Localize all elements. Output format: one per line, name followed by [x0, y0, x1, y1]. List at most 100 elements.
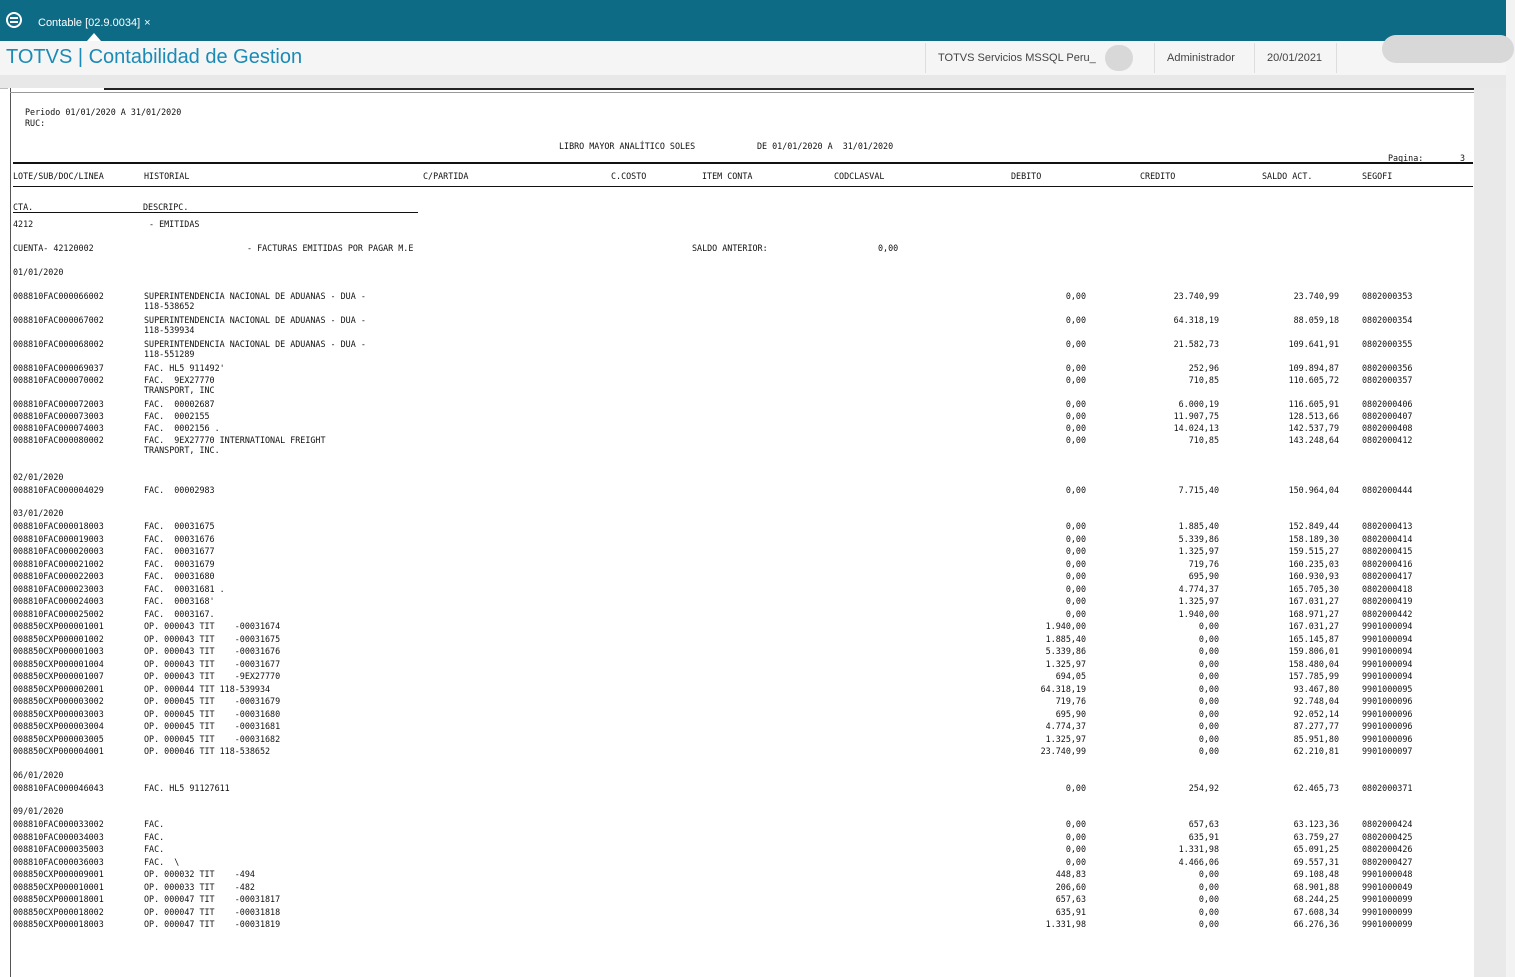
doc-cell: 008850CXP000003004	[13, 721, 104, 731]
debito-cell: 0,00	[1065, 583, 1086, 594]
debito-cell: 0,00	[1065, 819, 1086, 829]
debito-cell: 0,00	[1065, 411, 1086, 421]
saldo-cell: 160.930,93	[1288, 571, 1339, 581]
historial-cell: OP. 000043 TIT -00031677	[144, 658, 281, 669]
segofi-cell: 0802000412	[1362, 435, 1413, 445]
credito-cell: 0,00	[1198, 881, 1219, 892]
window-edge	[1506, 0, 1515, 977]
historial-cell: FAC.	[144, 831, 165, 842]
saldo-cell: 167.031,27	[1288, 621, 1339, 631]
doc-cell: 008850CXP000018001	[13, 894, 104, 904]
ledger-row: 008810FAC000080002 FAC. 9EX27770 INTERNAT…	[8, 435, 1474, 455]
saldo-cell: 116.605,91	[1288, 399, 1339, 409]
segofi-cell: 0802000371	[1362, 783, 1413, 793]
segofi-cell: 9901000048	[1362, 869, 1413, 879]
col-segofi: SEGOFI	[1362, 171, 1393, 181]
doc-cell: 008810FAC000046043	[13, 783, 104, 793]
doc-cell: 008850CXP000003003	[13, 708, 104, 719]
historial-cell: OP. 000045 TIT -00031682	[144, 733, 281, 744]
ledger-row: 008810FAC000035003 FAC. 0,00 1.331,98 65.091…	[8, 844, 1474, 855]
credito-cell: 0,00	[1198, 646, 1219, 656]
ledger-row: 008810FAC000066002 SUPERINTENDENCIA NACIO…	[8, 291, 1474, 311]
ledger-row: 008810FAC000022003 FAC. 00031680 0,00 695,9…	[8, 571, 1474, 582]
app-header: TOTVS | Contabilidad de Gestion TOTVS Se…	[0, 35, 1514, 76]
historial-cont: 118-538652	[144, 301, 195, 311]
credito-cell: 23.740,99	[1173, 291, 1219, 301]
saldo-cell: 69.557,31	[1293, 856, 1339, 867]
segofi-cell: 0802000426	[1362, 844, 1413, 854]
debito-cell: 694,05	[1055, 671, 1086, 681]
tab-close-icon[interactable]: ×	[144, 17, 150, 29]
debito-cell: 4.774,37	[1045, 721, 1086, 731]
saldo-cell: 85.951,80	[1293, 733, 1339, 744]
historial-cell: OP. 000032 TIT -494	[144, 869, 255, 879]
segofi-cell: 9901000094	[1362, 658, 1413, 669]
ledger-row: 008850CXP000002001 OP. 000044 TIT 118-539…	[8, 684, 1474, 695]
saldo-cell: 159.806,01	[1288, 646, 1339, 656]
historial-cell: OP. 000033 TIT -482	[144, 881, 255, 892]
segofi-cell: 0802000356	[1362, 363, 1413, 373]
historial-cell: OP. 000046 TIT 118-538652	[144, 746, 271, 756]
system-date: 20/01/2021	[1254, 43, 1337, 73]
historial-cell: FAC. \	[144, 856, 180, 867]
historial-cell: FAC.	[144, 844, 165, 854]
historial-cont: 118-551289	[144, 349, 195, 359]
credito-cell: 6.000,19	[1178, 399, 1219, 409]
debito-cell: 695,90	[1055, 708, 1086, 719]
cta-desc: - EMITIDAS	[149, 219, 200, 229]
ledger-row: 008810FAC000020003 FAC. 00031677 0,00 1.325…	[8, 546, 1474, 557]
historial-cell: OP. 000043 TIT -00031676	[144, 646, 281, 656]
credito-cell: 64.318,19	[1173, 315, 1219, 325]
header-rule	[13, 162, 1473, 164]
segofi-cell: 0802000417	[1362, 571, 1413, 581]
historial-cell: FAC. 00031677	[144, 546, 215, 556]
ledger-row: 008850CXP000018001 OP. 000047 TIT -000318…	[8, 894, 1474, 905]
saldo-cell: 93.467,80	[1293, 683, 1339, 694]
totvs-logo-icon[interactable]	[6, 12, 22, 28]
saldo-cell: 160.235,03	[1288, 558, 1339, 569]
ledger-row: 008810FAC000019003 FAC. 00031676 0,00 5.339…	[8, 534, 1474, 545]
ledger-row: 008850CXP000001002 OP. 000043 TIT -000316…	[8, 634, 1474, 645]
ledger-row: 008850CXP000018002 OP. 000047 TIT -000318…	[8, 907, 1474, 918]
doc-cell: 008810FAC000021002	[13, 558, 104, 569]
credito-cell: 4.774,37	[1178, 583, 1219, 594]
debito-cell: 1.331,98	[1045, 919, 1086, 929]
doc-cell: 008810FAC000073003	[13, 411, 104, 421]
vertical-scrollbar[interactable]	[1474, 88, 1506, 977]
doc-cell: 008810FAC000024003	[13, 596, 104, 606]
ledger-row: 008810FAC000025002 FAC. 0003167. 0,00 1.940…	[8, 609, 1474, 620]
credito-cell: 5.339,86	[1178, 533, 1219, 544]
historial-cell: FAC. 00031676	[144, 533, 215, 544]
saldo-cell: 150.964,04	[1288, 485, 1339, 495]
ledger-row: 008850CXP000001004 OP. 000043 TIT -000316…	[8, 659, 1474, 670]
saldo-cell: 67.608,34	[1293, 906, 1339, 917]
debito-cell: 0,00	[1065, 596, 1086, 606]
date-group-label: 01/01/2020	[13, 267, 64, 277]
debito-cell: 23.740,99	[1040, 746, 1086, 756]
debito-cell: 657,63	[1055, 894, 1086, 904]
saldo-cell: 23.740,99	[1293, 291, 1339, 301]
doc-cell: 008850CXP000001002	[13, 633, 104, 644]
historial-cell: OP. 000045 TIT -00031680	[144, 708, 281, 719]
credito-cell: 695,90	[1188, 571, 1219, 581]
saldo-anterior-value: 0,00	[878, 243, 899, 253]
debito-cell: 635,91	[1055, 906, 1086, 917]
credito-cell: 710,85	[1188, 435, 1219, 445]
credito-cell: 0,00	[1198, 671, 1219, 681]
debito-cell: 1.885,40	[1045, 633, 1086, 644]
ledger-row: 008810FAC000023003 FAC. 00031681 . 0,00 4.7…	[8, 584, 1474, 595]
saldo-cell: 66.276,36	[1293, 919, 1339, 929]
saldo-anterior-label: SALDO ANTERIOR:	[692, 243, 768, 253]
historial-cell: OP. 000047 TIT -00031818	[144, 906, 281, 917]
credito-cell: 719,76	[1188, 558, 1219, 569]
segofi-cell: 0802000406	[1362, 399, 1413, 409]
historial-cell: OP. 000043 TIT -00031674	[144, 621, 281, 631]
credito-cell: 1.325,97	[1178, 546, 1219, 556]
saldo-cell: 63.759,27	[1293, 831, 1339, 842]
debito-cell: 0,00	[1065, 533, 1086, 544]
historial-cell: FAC.	[144, 819, 165, 829]
credito-cell: 0,00	[1198, 721, 1219, 731]
debito-cell: 0,00	[1065, 844, 1086, 854]
ledger-row: 008810FAC000021002 FAC. 00031679 0,00 719,7…	[8, 559, 1474, 570]
user-name[interactable]: Administrador	[1154, 43, 1253, 73]
